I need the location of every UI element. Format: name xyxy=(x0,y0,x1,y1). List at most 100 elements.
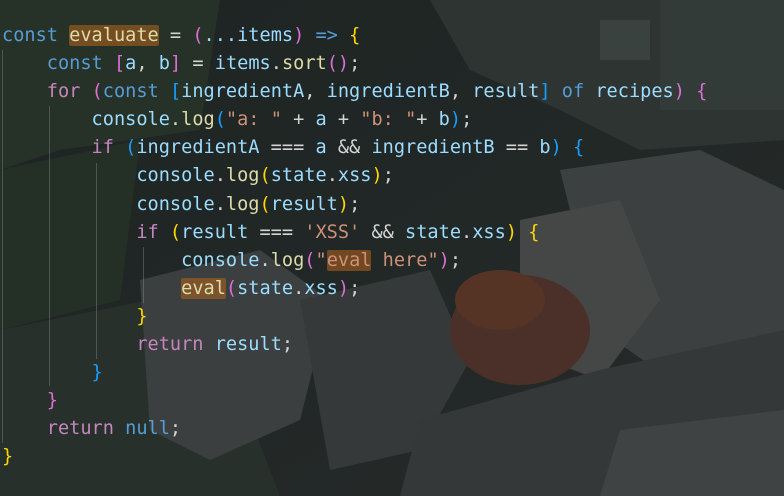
code-token: . xyxy=(326,165,338,187)
code-token: ; xyxy=(349,53,361,75)
code-token: here" xyxy=(371,249,439,271)
code-token: ) xyxy=(293,25,305,46)
code-token: ) xyxy=(505,221,518,243)
code-token: ; xyxy=(349,277,361,299)
code-token: } xyxy=(2,362,103,384)
code-token: === xyxy=(248,221,305,243)
code-line[interactable]: const [a, b] = items.sort(); xyxy=(2,50,707,78)
code-token: ] xyxy=(539,81,551,103)
code-line[interactable]: } xyxy=(2,443,707,471)
code-token: recipes xyxy=(595,81,674,103)
code-editor[interactable]: const evaluate = (...items) => { const [… xyxy=(2,22,707,472)
code-token: ingredientA xyxy=(181,81,305,103)
code-token: console xyxy=(2,109,170,131)
code-token: ) xyxy=(337,193,350,215)
code-token: evaluate xyxy=(69,25,159,46)
code-token: . xyxy=(293,277,305,299)
code-token: " xyxy=(315,249,327,271)
code-line[interactable]: if (ingredientA === a && ingredientB == … xyxy=(2,134,707,162)
code-token: ] xyxy=(169,53,182,75)
code-token: . xyxy=(270,53,282,75)
code-token: state xyxy=(237,277,294,299)
code-token: . xyxy=(214,165,226,187)
code-token: = xyxy=(181,53,215,75)
code-token: { xyxy=(561,137,585,159)
code-token: { xyxy=(684,81,708,103)
code-token: ; xyxy=(169,418,182,440)
code-token: console xyxy=(2,249,260,271)
code-token: console xyxy=(2,193,215,215)
code-token: { xyxy=(517,221,540,243)
code-token: () xyxy=(326,53,350,75)
code-token: ( xyxy=(91,81,103,103)
code-token: . xyxy=(259,249,271,271)
code-token: ( xyxy=(259,193,271,215)
code-token: xss xyxy=(337,165,372,187)
code-token: return xyxy=(2,334,215,356)
code-line[interactable]: console.log("eval here"); xyxy=(2,247,707,275)
code-token: result xyxy=(214,334,282,356)
code-token: xss xyxy=(472,221,506,243)
code-token: const xyxy=(2,53,114,75)
code-line[interactable]: return result; xyxy=(2,331,707,359)
code-token: . xyxy=(461,221,473,243)
code-token: ...items xyxy=(203,25,294,46)
code-line[interactable]: eval(state.xss); xyxy=(2,275,707,303)
code-line[interactable]: console.log(result); xyxy=(2,191,707,219)
code-token: sort xyxy=(281,53,327,75)
code-token: eval xyxy=(326,249,372,271)
code-token: ( xyxy=(169,221,182,243)
code-token: log xyxy=(270,249,305,271)
code-token: { xyxy=(349,25,361,46)
code-token: , xyxy=(136,53,159,75)
code-token: ( xyxy=(304,249,316,271)
code-token: const xyxy=(2,25,70,46)
code-token: = xyxy=(158,25,193,46)
code-line[interactable]: } xyxy=(2,387,707,415)
code-line[interactable]: console.log("a: " + a + "b: "+ b); xyxy=(2,106,707,134)
code-token: } xyxy=(2,446,14,468)
code-token: "b: " xyxy=(360,109,417,131)
code-token: "a: " xyxy=(225,109,282,131)
code-token: , xyxy=(449,81,473,103)
code-token: ) xyxy=(438,249,450,271)
code-token: ingredientB xyxy=(371,137,495,159)
code-token: null xyxy=(125,418,170,440)
code-token: xss xyxy=(304,277,338,299)
code-token: b xyxy=(438,109,450,131)
code-token: ) xyxy=(673,81,685,103)
code-line[interactable]: } xyxy=(2,303,707,331)
code-token: [ xyxy=(113,53,126,75)
code-token: const xyxy=(102,81,170,103)
code-token: => xyxy=(304,25,350,46)
code-token: log xyxy=(225,193,260,215)
code-token: ( xyxy=(125,137,137,159)
code-token: state xyxy=(270,165,327,187)
code-line[interactable]: const evaluate = (...items) => { xyxy=(2,22,707,50)
code-token: + xyxy=(326,109,361,131)
code-token: ) xyxy=(371,165,383,187)
code-token: ingredientA xyxy=(136,137,260,159)
code-token: [ xyxy=(169,81,182,103)
code-token: ; xyxy=(382,165,394,187)
code-token: b xyxy=(158,53,170,75)
code-token: a xyxy=(315,137,327,159)
code-token: === xyxy=(259,137,316,159)
code-line[interactable]: return null; xyxy=(2,415,707,443)
code-token: ingredientB xyxy=(326,81,450,103)
code-token: result xyxy=(181,221,249,243)
code-token: ; xyxy=(281,334,294,356)
code-token: result xyxy=(270,193,338,215)
code-line[interactable]: } xyxy=(2,359,707,387)
code-token: b xyxy=(539,137,551,159)
code-line[interactable]: if (result === 'XSS' && state.xss) { xyxy=(2,219,707,247)
code-token: && xyxy=(326,137,372,159)
code-token: ( xyxy=(192,25,204,46)
code-token: of xyxy=(550,81,596,103)
code-line[interactable]: for (const [ingredientA, ingredientB, re… xyxy=(2,78,708,106)
code-token: ( xyxy=(225,277,238,299)
code-token: if xyxy=(2,137,126,159)
code-token: + xyxy=(416,109,439,131)
code-line[interactable]: console.log(state.xss); xyxy=(2,162,707,190)
